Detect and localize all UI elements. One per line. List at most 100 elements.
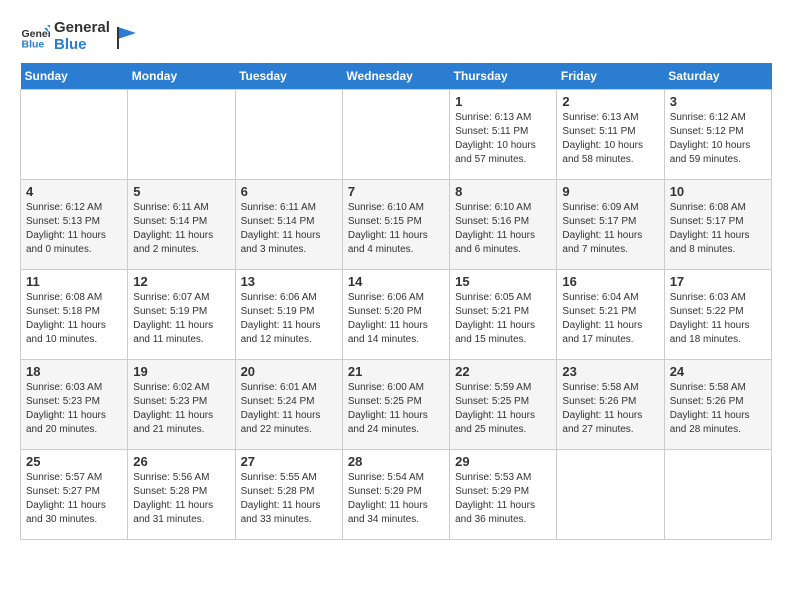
calendar-cell: 14Sunrise: 6:06 AM Sunset: 5:20 PM Dayli…: [342, 270, 449, 360]
day-info: Sunrise: 6:06 AM Sunset: 5:19 PM Dayligh…: [241, 291, 337, 347]
logo-icon: General Blue: [20, 22, 50, 52]
calendar-cell: 21 Sunrise: 6:00 AM Sunset: 5:25 PM Dayli…: [342, 360, 449, 450]
calendar-cell: 22 Sunrise: 5:59 AM Sunset: 5:25 PM Dayli…: [450, 360, 557, 450]
day-number: 21: [348, 364, 444, 379]
calendar-header-sunday: Sunday: [21, 63, 128, 90]
calendar-cell: 2Sunrise: 6:13 AM Sunset: 5:11 PM Daylig…: [557, 90, 664, 180]
calendar-table: SundayMondayTuesdayWednesdayThursdayFrid…: [20, 63, 772, 540]
calendar-cell: 20 Sunrise: 6:01 AM Sunset: 5:24 PM Dayli…: [235, 360, 342, 450]
day-info: Sunrise: 6:04 AM Sunset: 5:21 PM Dayligh…: [562, 291, 658, 347]
calendar-header-tuesday: Tuesday: [235, 63, 342, 90]
calendar-cell: [128, 90, 235, 180]
day-info: Sunrise: 6:05 AM Sunset: 5:21 PM Dayligh…: [455, 291, 551, 347]
day-info: Sunrise: 6:11 AM Sunset: 5:14 PM Dayligh…: [133, 201, 229, 257]
day-number: 18: [26, 364, 122, 379]
day-number: 25: [26, 454, 122, 469]
calendar-cell: 19Sunrise: 6:02 AM Sunset: 5:23 PM Dayli…: [128, 360, 235, 450]
calendar-cell: 28 Sunrise: 5:54 AM Sunset: 5:29 PM Dayli…: [342, 450, 449, 540]
day-info: Sunrise: 6:12 AM Sunset: 5:12 PM Dayligh…: [670, 111, 766, 167]
calendar-header-saturday: Saturday: [664, 63, 771, 90]
calendar-cell: 16 Sunrise: 6:04 AM Sunset: 5:21 PM Dayli…: [557, 270, 664, 360]
day-info: Sunrise: 5:59 AM Sunset: 5:25 PM Dayligh…: [455, 381, 551, 437]
day-info: Sunrise: 5:57 AM Sunset: 5:27 PM Dayligh…: [26, 471, 122, 527]
day-info: Sunrise: 6:12 AM Sunset: 5:13 PM Dayligh…: [26, 201, 122, 257]
day-number: 1: [455, 94, 551, 109]
calendar-cell: [21, 90, 128, 180]
header: General Blue General Blue: [20, 20, 772, 53]
day-info: Sunrise: 6:02 AM Sunset: 5:23 PM Dayligh…: [133, 381, 229, 437]
day-info: Sunrise: 5:58 AM Sunset: 5:26 PM Dayligh…: [562, 381, 658, 437]
calendar-header-thursday: Thursday: [450, 63, 557, 90]
calendar-week-row: 4 Sunrise: 6:12 AM Sunset: 5:13 PM Daylig…: [21, 180, 772, 270]
day-number: 3: [670, 94, 766, 109]
day-number: 9: [562, 184, 658, 199]
calendar-cell: [342, 90, 449, 180]
calendar-cell: 26 Sunrise: 5:56 AM Sunset: 5:28 PM Dayli…: [128, 450, 235, 540]
day-info: Sunrise: 6:13 AM Sunset: 5:11 PM Dayligh…: [455, 111, 551, 167]
calendar-cell: 5 Sunrise: 6:11 AM Sunset: 5:14 PM Daylig…: [128, 180, 235, 270]
calendar-week-row: 18 Sunrise: 6:03 AM Sunset: 5:23 PM Dayli…: [21, 360, 772, 450]
day-info: Sunrise: 5:58 AM Sunset: 5:26 PM Dayligh…: [670, 381, 766, 437]
calendar-cell: 25 Sunrise: 5:57 AM Sunset: 5:27 PM Dayli…: [21, 450, 128, 540]
day-info: Sunrise: 6:11 AM Sunset: 5:14 PM Dayligh…: [241, 201, 337, 257]
day-info: Sunrise: 5:56 AM Sunset: 5:28 PM Dayligh…: [133, 471, 229, 527]
calendar-cell: 4 Sunrise: 6:12 AM Sunset: 5:13 PM Daylig…: [21, 180, 128, 270]
calendar-header-wednesday: Wednesday: [342, 63, 449, 90]
calendar-cell: 27 Sunrise: 5:55 AM Sunset: 5:28 PM Dayli…: [235, 450, 342, 540]
day-number: 16: [562, 274, 658, 289]
logo-general: General: [54, 20, 110, 37]
day-info: Sunrise: 6:00 AM Sunset: 5:25 PM Dayligh…: [348, 381, 444, 437]
day-number: 27: [241, 454, 337, 469]
svg-text:Blue: Blue: [22, 38, 45, 50]
day-number: 5: [133, 184, 229, 199]
calendar-cell: 17Sunrise: 6:03 AM Sunset: 5:22 PM Dayli…: [664, 270, 771, 360]
calendar-cell: [664, 450, 771, 540]
calendar-cell: [557, 450, 664, 540]
day-number: 4: [26, 184, 122, 199]
calendar-cell: 23 Sunrise: 5:58 AM Sunset: 5:26 PM Dayli…: [557, 360, 664, 450]
calendar-week-row: 25 Sunrise: 5:57 AM Sunset: 5:27 PM Dayli…: [21, 450, 772, 540]
day-number: 23: [562, 364, 658, 379]
day-info: Sunrise: 6:09 AM Sunset: 5:17 PM Dayligh…: [562, 201, 658, 257]
calendar-cell: 9 Sunrise: 6:09 AM Sunset: 5:17 PM Daylig…: [557, 180, 664, 270]
day-info: Sunrise: 6:03 AM Sunset: 5:22 PM Dayligh…: [670, 291, 766, 347]
day-info: Sunrise: 5:55 AM Sunset: 5:28 PM Dayligh…: [241, 471, 337, 527]
day-info: Sunrise: 5:53 AM Sunset: 5:29 PM Dayligh…: [455, 471, 551, 527]
calendar-cell: 6 Sunrise: 6:11 AM Sunset: 5:14 PM Daylig…: [235, 180, 342, 270]
day-number: 28: [348, 454, 444, 469]
calendar-cell: 13 Sunrise: 6:06 AM Sunset: 5:19 PM Dayli…: [235, 270, 342, 360]
day-number: 10: [670, 184, 766, 199]
day-info: Sunrise: 6:08 AM Sunset: 5:18 PM Dayligh…: [26, 291, 122, 347]
day-number: 22: [455, 364, 551, 379]
calendar-cell: 29Sunrise: 5:53 AM Sunset: 5:29 PM Dayli…: [450, 450, 557, 540]
calendar-cell: 12Sunrise: 6:07 AM Sunset: 5:19 PM Dayli…: [128, 270, 235, 360]
day-info: Sunrise: 6:03 AM Sunset: 5:23 PM Dayligh…: [26, 381, 122, 437]
calendar-header-friday: Friday: [557, 63, 664, 90]
calendar-cell: 15 Sunrise: 6:05 AM Sunset: 5:21 PM Dayli…: [450, 270, 557, 360]
day-number: 20: [241, 364, 337, 379]
calendar-cell: 8Sunrise: 6:10 AM Sunset: 5:16 PM Daylig…: [450, 180, 557, 270]
day-number: 7: [348, 184, 444, 199]
calendar-cell: 1 Sunrise: 6:13 AM Sunset: 5:11 PM Daylig…: [450, 90, 557, 180]
logo-blue: Blue: [54, 37, 110, 54]
day-number: 8: [455, 184, 551, 199]
day-number: 13: [241, 274, 337, 289]
day-number: 26: [133, 454, 229, 469]
day-info: Sunrise: 6:06 AM Sunset: 5:20 PM Dayligh…: [348, 291, 444, 347]
day-number: 15: [455, 274, 551, 289]
logo-flag-icon: [114, 23, 142, 51]
day-info: Sunrise: 6:08 AM Sunset: 5:17 PM Dayligh…: [670, 201, 766, 257]
calendar-week-row: 1 Sunrise: 6:13 AM Sunset: 5:11 PM Daylig…: [21, 90, 772, 180]
day-number: 12: [133, 274, 229, 289]
day-number: 24: [670, 364, 766, 379]
calendar-cell: 24 Sunrise: 5:58 AM Sunset: 5:26 PM Dayli…: [664, 360, 771, 450]
day-info: Sunrise: 6:01 AM Sunset: 5:24 PM Dayligh…: [241, 381, 337, 437]
day-number: 11: [26, 274, 122, 289]
day-info: Sunrise: 5:54 AM Sunset: 5:29 PM Dayligh…: [348, 471, 444, 527]
calendar-header-row: SundayMondayTuesdayWednesdayThursdayFrid…: [21, 63, 772, 90]
calendar-cell: 11 Sunrise: 6:08 AM Sunset: 5:18 PM Dayli…: [21, 270, 128, 360]
day-number: 6: [241, 184, 337, 199]
calendar-header-monday: Monday: [128, 63, 235, 90]
calendar-cell: 7Sunrise: 6:10 AM Sunset: 5:15 PM Daylig…: [342, 180, 449, 270]
calendar-cell: 18 Sunrise: 6:03 AM Sunset: 5:23 PM Dayli…: [21, 360, 128, 450]
